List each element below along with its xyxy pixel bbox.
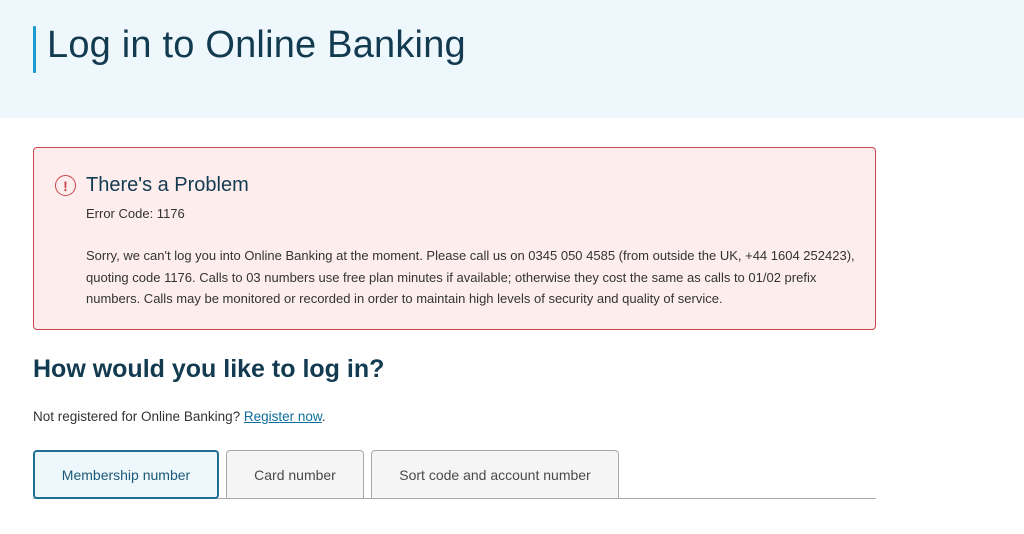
page-title: Log in to Online Banking (47, 24, 466, 66)
tab-sort-code-account-number[interactable]: Sort code and account number (371, 450, 619, 499)
error-code: Error Code: 1176 (86, 206, 185, 221)
error-title: There's a Problem (86, 174, 249, 196)
page-header: Log in to Online Banking (0, 0, 1024, 118)
tab-membership-number[interactable]: Membership number (33, 450, 219, 499)
header-accent-bar (33, 26, 36, 73)
register-prompt: Not registered for Online Banking? Regis… (33, 409, 326, 424)
register-prompt-suffix: . (321, 409, 326, 424)
error-message: Sorry, we can't log you into Online Bank… (86, 248, 855, 306)
login-method-heading: How would you like to log in? (33, 355, 385, 383)
register-now-link[interactable]: Register now (244, 409, 322, 424)
error-panel: ! There's a Problem Error Code: 1176 Sor… (33, 147, 876, 330)
register-prompt-text: Not registered for Online Banking? (33, 409, 244, 424)
tab-card-number[interactable]: Card number (226, 450, 364, 499)
alert-circle-icon: ! (55, 175, 76, 196)
